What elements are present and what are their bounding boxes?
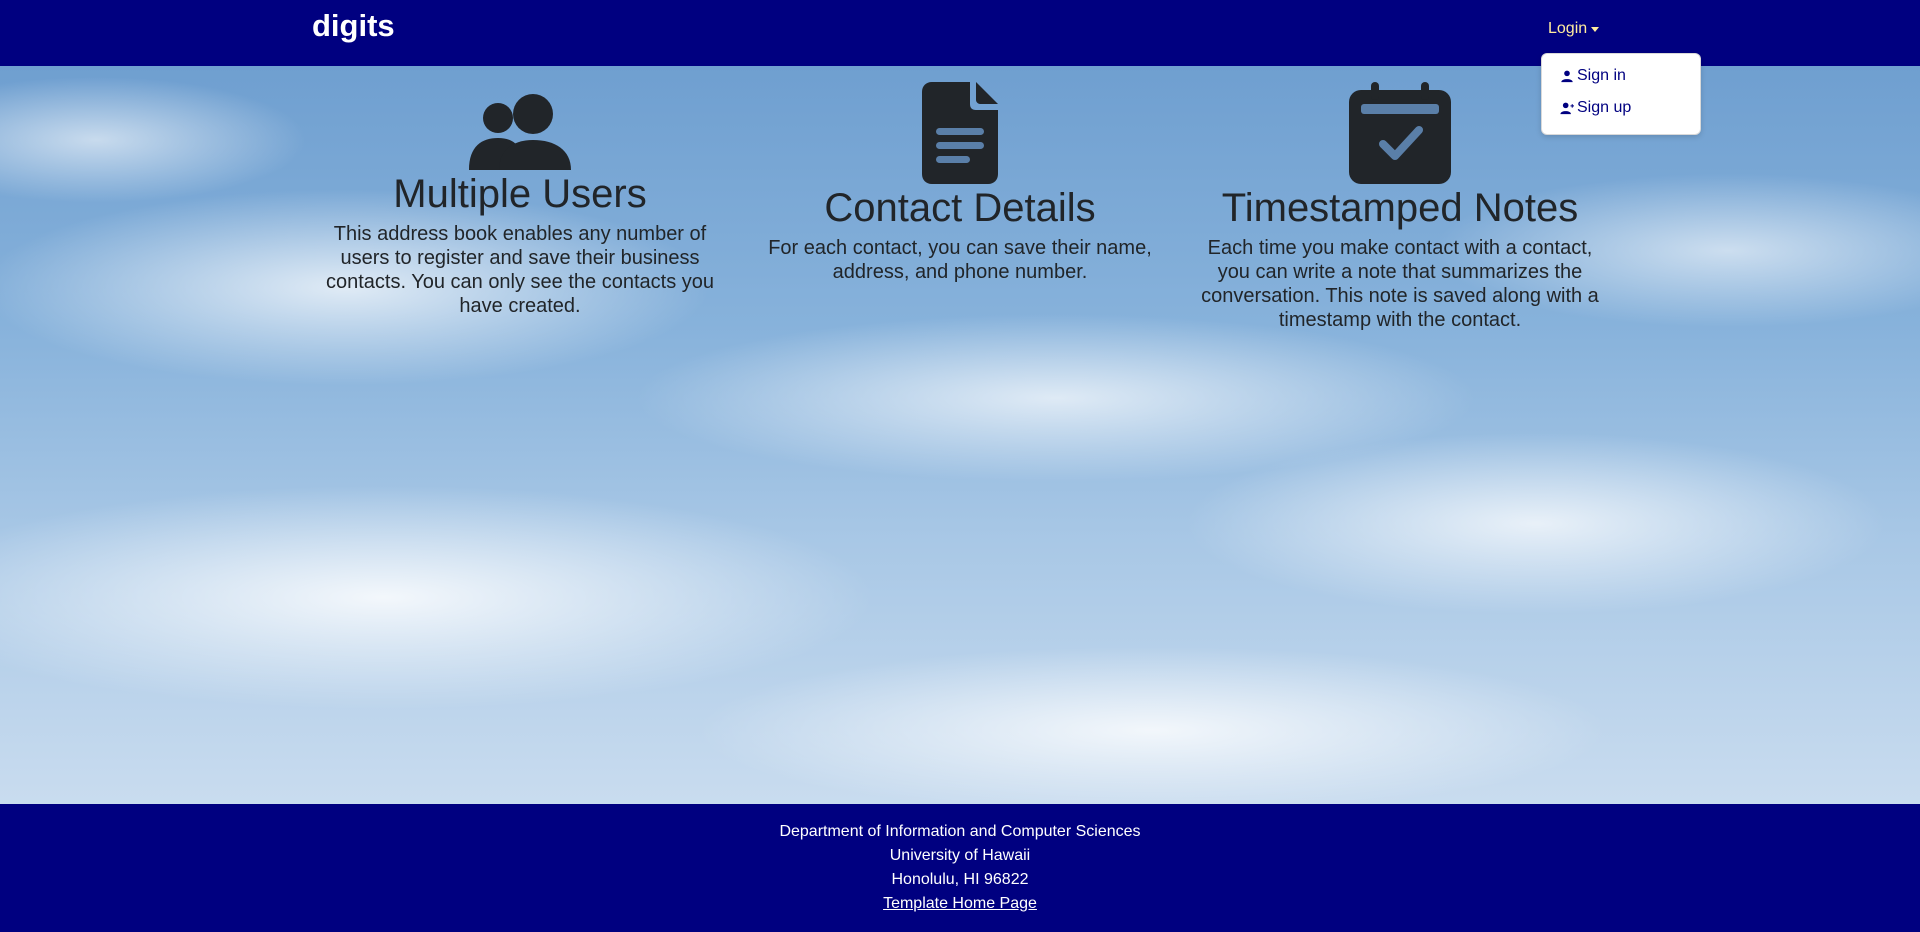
login-dropdown-toggle[interactable]: Login [1548,20,1600,38]
brand-link[interactable]: digits [312,8,395,44]
sign-in-label: Sign in [1577,67,1626,84]
footer-department: Department of Information and Computer S… [779,823,1141,840]
login-label: Login [1548,20,1588,37]
template-home-link[interactable]: Template Home Page [883,895,1037,912]
feature-title: Multiple Users [393,172,647,216]
footer-university: University of Hawaii [889,847,1031,864]
login-dropdown-menu: Sign in Sign up [1541,53,1701,135]
hero-section: Multiple Users This address book enables… [0,66,1920,804]
footer-link-wrapper: Template Home Page [0,892,1920,916]
feature-title: Timestamped Notes [1221,186,1579,230]
feature-multiple-users: Multiple Users This address book enables… [320,66,720,318]
feature-description: This address book enables any number of … [325,223,715,317]
sign-in-item[interactable]: Sign in [1560,67,1626,85]
person-icon [1561,70,1573,83]
sign-up-label: Sign up [1577,99,1632,116]
footer: Department of Information and Computer S… [0,804,1920,932]
footer-lines: Department of Information and Computer S… [0,820,1920,916]
feature-title: Contact Details [824,186,1096,230]
calendar-check-icon [1349,82,1451,184]
feature-description: For each contact, you can save their nam… [768,237,1152,283]
caret-down-icon [1591,26,1600,32]
sign-up-item[interactable]: Sign up [1560,99,1631,117]
document-icon [922,82,998,184]
feature-timestamped-notes: Timestamped Notes Each time you make con… [1200,66,1600,332]
page: digits Login Sign in Sign up Multiple Us… [0,0,1920,932]
footer-address: Honolulu, HI 96822 [891,871,1029,888]
people-icon [469,94,571,170]
feature-contact-details: Contact Details For each contact, you ca… [760,66,1160,284]
feature-description: Each time you make contact with a contac… [1201,237,1599,331]
person-add-icon [1560,102,1574,115]
